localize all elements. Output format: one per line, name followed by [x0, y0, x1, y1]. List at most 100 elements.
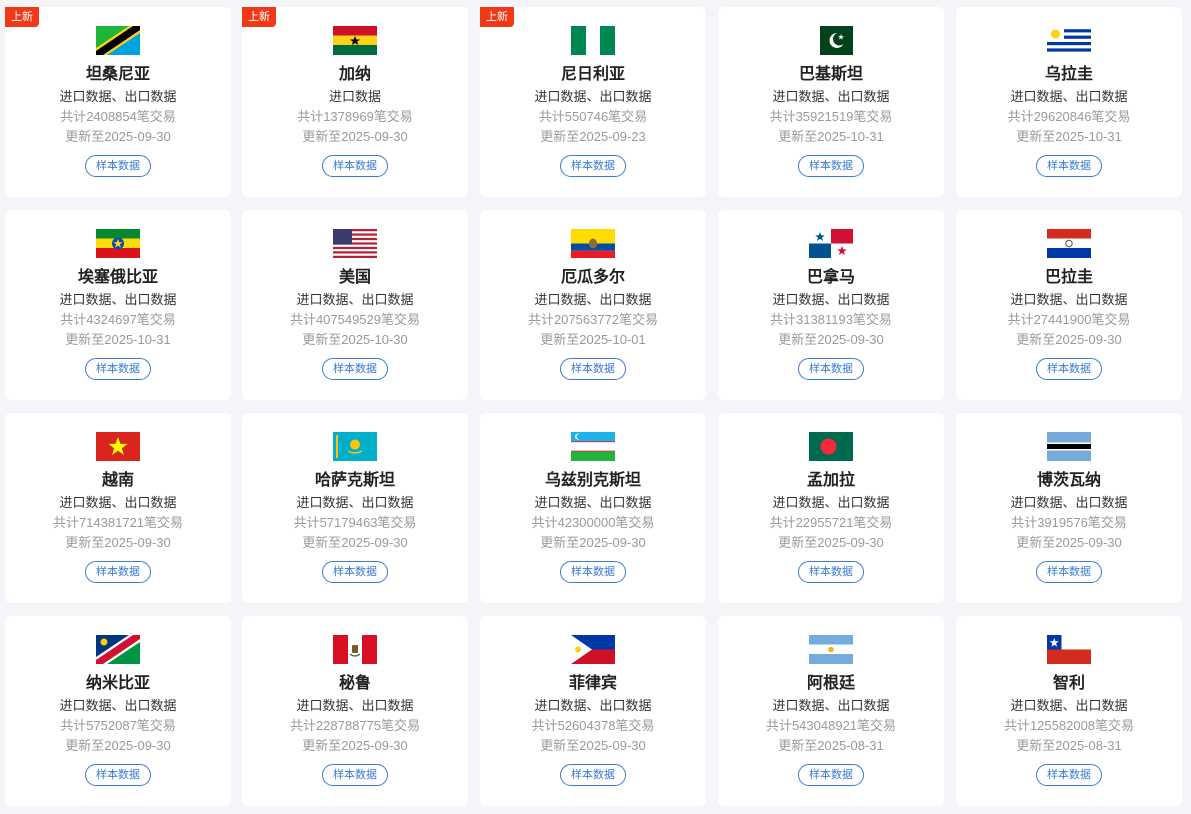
chile-flag-icon [1047, 635, 1091, 664]
panama-flag-icon [809, 229, 853, 258]
transaction-count: 共计57179463笔交易 [293, 515, 417, 530]
data-types: 进口数据、出口数据 [772, 89, 890, 104]
transaction-count: 共计31381193笔交易 [770, 312, 892, 327]
data-types: 进口数据、出口数据 [772, 698, 890, 713]
transaction-count: 共计3919576笔交易 [1011, 515, 1127, 530]
country-card-chile[interactable]: 智利 进口数据、出口数据 共计125582008笔交易 更新至2025-08-3… [956, 616, 1182, 806]
data-types: 进口数据、出口数据 [534, 89, 652, 104]
sample-data-button[interactable]: 样本数据 [1036, 561, 1102, 583]
sample-data-button[interactable]: 样本数据 [322, 358, 388, 380]
sample-data-button[interactable]: 样本数据 [1036, 358, 1102, 380]
nigeria-flag-icon [571, 26, 615, 55]
sample-data-button[interactable]: 样本数据 [798, 155, 864, 177]
sample-data-button[interactable]: 样本数据 [560, 155, 626, 177]
sample-data-button[interactable]: 样本数据 [560, 358, 626, 380]
country-card-tanzania[interactable]: 上新 坦桑尼亚 进口数据、出口数据 共计2408854笔交易 更新至2025-0… [5, 7, 231, 197]
sample-data-button[interactable]: 样本数据 [798, 764, 864, 786]
updated-date: 更新至2025-09-30 [540, 738, 646, 753]
new-badge: 上新 [5, 7, 39, 27]
transaction-count: 共计27441900笔交易 [1007, 312, 1131, 327]
sample-data-button[interactable]: 样本数据 [1036, 155, 1102, 177]
uzbekistan-flag-icon [571, 432, 615, 461]
sample-data-button[interactable]: 样本数据 [85, 155, 151, 177]
transaction-count: 共计5752087笔交易 [60, 718, 176, 733]
sample-data-button[interactable]: 样本数据 [1036, 764, 1102, 786]
country-name: 菲律宾 [568, 675, 617, 692]
sample-data-button[interactable]: 样本数据 [85, 764, 151, 786]
updated-date: 更新至2025-09-30 [540, 535, 646, 550]
country-name: 埃塞俄比亚 [77, 269, 158, 286]
ethiopia-flag-icon [96, 229, 140, 258]
sample-data-button[interactable]: 样本数据 [798, 561, 864, 583]
sample-data-button[interactable]: 样本数据 [85, 358, 151, 380]
botswana-flag-icon [1047, 432, 1091, 461]
sample-data-button[interactable]: 样本数据 [322, 764, 388, 786]
philippines-flag-icon [571, 635, 615, 664]
new-badge: 上新 [242, 7, 276, 27]
country-name: 坦桑尼亚 [85, 66, 150, 83]
updated-date: 更新至2025-08-31 [778, 738, 884, 753]
country-card-nigeria[interactable]: 上新 尼日利亚 进口数据、出口数据 共计550746笔交易 更新至2025-09… [480, 7, 706, 197]
country-name: 巴基斯坦 [798, 66, 863, 83]
country-name: 尼日利亚 [560, 66, 625, 83]
updated-date: 更新至2025-09-30 [302, 738, 408, 753]
sample-data-button[interactable]: 样本数据 [322, 561, 388, 583]
vietnam-flag-icon [96, 432, 140, 461]
country-card-vietnam[interactable]: 越南 进口数据、出口数据 共计714381721笔交易 更新至2025-09-3… [5, 413, 231, 603]
country-card-argentina[interactable]: 阿根廷 进口数据、出口数据 共计543048921笔交易 更新至2025-08-… [718, 616, 944, 806]
country-card-namibia[interactable]: 纳米比亚 进口数据、出口数据 共计5752087笔交易 更新至2025-09-3… [5, 616, 231, 806]
pakistan-flag-icon [809, 26, 853, 55]
updated-date: 更新至2025-08-31 [1016, 738, 1122, 753]
namibia-flag-icon [96, 635, 140, 664]
updated-date: 更新至2025-10-31 [1016, 129, 1122, 144]
country-name: 越南 [101, 472, 134, 489]
sample-data-button[interactable]: 样本数据 [560, 561, 626, 583]
country-name: 博茨瓦纳 [1036, 472, 1101, 489]
updated-date: 更新至2025-09-23 [540, 129, 646, 144]
country-card-uruguay[interactable]: 乌拉圭 进口数据、出口数据 共计29620846笔交易 更新至2025-10-3… [956, 7, 1182, 197]
country-card-peru[interactable]: 秘鲁 进口数据、出口数据 共计228788775笔交易 更新至2025-09-3… [242, 616, 468, 806]
sample-data-button[interactable]: 样本数据 [322, 155, 388, 177]
peru-flag-icon [333, 635, 377, 664]
sample-data-button[interactable]: 样本数据 [798, 358, 864, 380]
transaction-count: 共计125582008笔交易 [1003, 718, 1135, 733]
argentina-flag-icon [809, 635, 853, 664]
country-card-uzbekistan[interactable]: 乌兹别克斯坦 进口数据、出口数据 共计42300000笔交易 更新至2025-0… [480, 413, 706, 603]
updated-date: 更新至2025-09-30 [302, 129, 408, 144]
transaction-count: 共计228788775笔交易 [289, 718, 421, 733]
transaction-count: 共计207563772笔交易 [527, 312, 659, 327]
data-types: 进口数据、出口数据 [534, 698, 652, 713]
country-card-ethiopia[interactable]: 埃塞俄比亚 进口数据、出口数据 共计4324697笔交易 更新至2025-10-… [5, 210, 231, 400]
updated-date: 更新至2025-09-30 [65, 129, 171, 144]
transaction-count: 共计29620846笔交易 [1007, 109, 1131, 124]
country-card-pakistan[interactable]: 巴基斯坦 进口数据、出口数据 共计35921519笔交易 更新至2025-10-… [718, 7, 944, 197]
country-card-botswana[interactable]: 博茨瓦纳 进口数据、出口数据 共计3919576笔交易 更新至2025-09-3… [956, 413, 1182, 603]
sample-data-button[interactable]: 样本数据 [560, 764, 626, 786]
tanzania-flag-icon [96, 26, 140, 55]
paraguay-flag-icon [1047, 229, 1091, 258]
transaction-count: 共计52604378笔交易 [531, 718, 655, 733]
sample-data-button[interactable]: 样本数据 [85, 561, 151, 583]
transaction-count: 共计22955721笔交易 [769, 515, 893, 530]
country-card-philippines[interactable]: 菲律宾 进口数据、出口数据 共计52604378笔交易 更新至2025-09-3… [480, 616, 706, 806]
transaction-count: 共计35921519笔交易 [769, 109, 893, 124]
data-types: 进口数据、出口数据 [1010, 495, 1128, 510]
country-card-paraguay[interactable]: 巴拉圭 进口数据、出口数据 共计27441900笔交易 更新至2025-09-3… [956, 210, 1182, 400]
country-name: 哈萨克斯坦 [314, 472, 395, 489]
data-types: 进口数据、出口数据 [59, 698, 177, 713]
country-name: 秘鲁 [338, 675, 371, 692]
country-card-ecuador[interactable]: 厄瓜多尔 进口数据、出口数据 共计207563772笔交易 更新至2025-10… [480, 210, 706, 400]
transaction-count: 共计550746笔交易 [538, 109, 648, 124]
country-card-ghana[interactable]: 上新 加纳 进口数据 共计1378969笔交易 更新至2025-09-30 样本… [242, 7, 468, 197]
updated-date: 更新至2025-09-30 [778, 332, 884, 347]
updated-date: 更新至2025-09-30 [65, 535, 171, 550]
updated-date: 更新至2025-09-30 [778, 535, 884, 550]
data-types: 进口数据、出口数据 [296, 495, 414, 510]
transaction-count: 共计407549529笔交易 [289, 312, 421, 327]
country-card-usa[interactable]: 美国 进口数据、出口数据 共计407549529笔交易 更新至2025-10-3… [242, 210, 468, 400]
ecuador-flag-icon [571, 229, 615, 258]
country-card-kazakhstan[interactable]: 哈萨克斯坦 进口数据、出口数据 共计57179463笔交易 更新至2025-09… [242, 413, 468, 603]
country-card-bangladesh[interactable]: 孟加拉 进口数据、出口数据 共计22955721笔交易 更新至2025-09-3… [718, 413, 944, 603]
country-card-panama[interactable]: 巴拿马 进口数据、出口数据 共计31381193笔交易 更新至2025-09-3… [718, 210, 944, 400]
updated-date: 更新至2025-10-31 [65, 332, 171, 347]
